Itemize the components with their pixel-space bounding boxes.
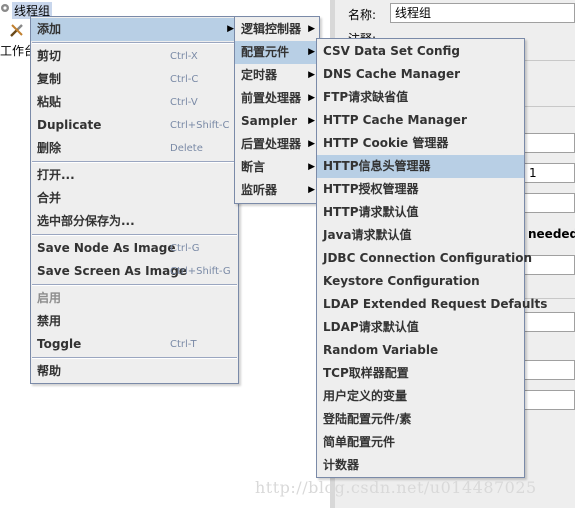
chevron-right-icon: ▶ xyxy=(308,162,315,172)
panel-divider xyxy=(524,60,575,61)
menu-item-save-screen-as-image[interactable]: Save Screen As Image Ctrl+Shift-G xyxy=(31,260,238,283)
chevron-right-icon: ▶ xyxy=(227,24,234,34)
config-item-random-variable[interactable]: Random Variable xyxy=(317,339,524,362)
menu-separator xyxy=(32,357,237,359)
config-element-submenu: CSV Data Set Config DNS Cache Manager FT… xyxy=(316,38,547,478)
panel-field[interactable] xyxy=(524,193,575,213)
submenu-item-config-element[interactable]: 配置元件 ▶ xyxy=(235,41,319,64)
config-item-http-request-defaults[interactable]: HTTP请求默认值 xyxy=(317,201,524,224)
chevron-right-icon: ▶ xyxy=(308,24,315,34)
config-item-java-request-defaults[interactable]: Java请求默认值 xyxy=(317,224,524,247)
panel-field[interactable] xyxy=(524,390,575,410)
config-item-dns-cache-manager[interactable]: DNS Cache Manager xyxy=(317,63,524,86)
config-item-tcp-sampler-config[interactable]: TCP取样器配置 xyxy=(317,362,524,385)
submenu-item-listener[interactable]: 监听器 ▶ xyxy=(235,179,319,202)
gear-icon xyxy=(1,4,9,12)
config-item-jdbc-connection[interactable]: JDBC Connection Configuration xyxy=(317,247,532,270)
menu-item-add[interactable]: 添加 ▶ xyxy=(31,18,238,41)
config-item-ldap-extended-defaults[interactable]: LDAP Extended Request Defaults xyxy=(317,293,547,316)
config-item-csv-data-set[interactable]: CSV Data Set Config xyxy=(317,40,524,63)
config-item-http-auth-manager[interactable]: HTTP授权管理器 xyxy=(317,178,524,201)
menu-separator xyxy=(32,234,237,236)
panel-field[interactable] xyxy=(524,360,575,380)
menu-item-save-selection-as[interactable]: 选中部分保存为... xyxy=(31,210,238,233)
panel-number-field[interactable]: 1 xyxy=(524,163,575,183)
config-item-login-config[interactable]: 登陆配置元件/素 xyxy=(317,408,524,431)
menu-item-toggle[interactable]: Toggle Ctrl-T xyxy=(31,333,238,356)
config-item-keystore[interactable]: Keystore Configuration xyxy=(317,270,524,293)
menu-item-delete[interactable]: 删除 Delete xyxy=(31,137,238,160)
config-item-counter[interactable]: 计数器 xyxy=(317,454,524,477)
config-item-simple-config[interactable]: 简单配置元件 xyxy=(317,431,524,454)
submenu-item-sampler[interactable]: Sampler ▶ xyxy=(235,110,319,133)
menu-item-disable[interactable]: 禁用 xyxy=(31,310,238,333)
add-submenu: 逻辑控制器 ▶ 配置元件 ▶ 定时器 ▶ 前置处理器 ▶ Sampler ▶ 后… xyxy=(234,16,320,204)
menu-item-merge[interactable]: 合并 xyxy=(31,187,238,210)
name-field[interactable]: 线程组 xyxy=(390,3,575,23)
menu-item-duplicate[interactable]: Duplicate Ctrl+Shift-C xyxy=(31,114,238,137)
chevron-right-icon: ▶ xyxy=(308,116,315,126)
menu-separator xyxy=(32,161,237,163)
chevron-right-icon: ▶ xyxy=(308,139,315,149)
menu-item-copy[interactable]: 复制 Ctrl-C xyxy=(31,68,238,91)
menu-separator xyxy=(32,284,237,286)
config-item-http-cache-manager[interactable]: HTTP Cache Manager xyxy=(317,109,524,132)
menu-item-paste[interactable]: 粘贴 Ctrl-V xyxy=(31,91,238,114)
config-item-http-header-manager[interactable]: HTTP信息头管理器 xyxy=(317,155,524,178)
menu-item-enable: 启用 xyxy=(37,291,62,305)
watermark-text: http://blog.csdn.net/u014487025 xyxy=(255,478,537,497)
config-item-ldap-request-defaults[interactable]: LDAP请求默认值 xyxy=(317,316,524,339)
context-menu: 添加 ▶ 剪切 Ctrl-X 复制 Ctrl-C 粘贴 Ctrl-V Dupli… xyxy=(30,16,239,384)
submenu-item-assertion[interactable]: 断言 ▶ xyxy=(235,156,319,179)
menu-separator xyxy=(32,42,237,44)
chevron-right-icon: ▶ xyxy=(308,47,315,57)
chevron-right-icon: ▶ xyxy=(308,185,315,195)
panel-field[interactable] xyxy=(524,133,575,153)
config-item-http-cookie-manager[interactable]: HTTP Cookie 管理器 xyxy=(317,132,524,155)
menu-item-open[interactable]: 打开... xyxy=(31,164,238,187)
panel-divider xyxy=(524,106,575,107)
submenu-item-pre-processor[interactable]: 前置处理器 ▶ xyxy=(235,87,319,110)
submenu-item-logic-controller[interactable]: 逻辑控制器 ▶ xyxy=(235,18,319,41)
menu-item-save-node-as-image[interactable]: Save Node As Image Ctrl-G xyxy=(31,237,238,260)
config-item-ftp-defaults[interactable]: FTP请求缺省值 xyxy=(317,86,524,109)
chevron-right-icon: ▶ xyxy=(308,93,315,103)
submenu-item-timer[interactable]: 定时器 ▶ xyxy=(235,64,319,87)
tools-icon xyxy=(10,24,23,37)
chevron-right-icon: ▶ xyxy=(308,70,315,80)
config-item-user-defined-variables[interactable]: 用户定义的变量 xyxy=(317,385,524,408)
submenu-item-post-processor[interactable]: 后置处理器 ▶ xyxy=(235,133,319,156)
menu-item-cut[interactable]: 剪切 Ctrl-X xyxy=(31,45,238,68)
menu-item-help[interactable]: 帮助 xyxy=(31,360,238,383)
needed-text: needed xyxy=(528,227,575,241)
name-label: 名称: xyxy=(348,8,377,22)
